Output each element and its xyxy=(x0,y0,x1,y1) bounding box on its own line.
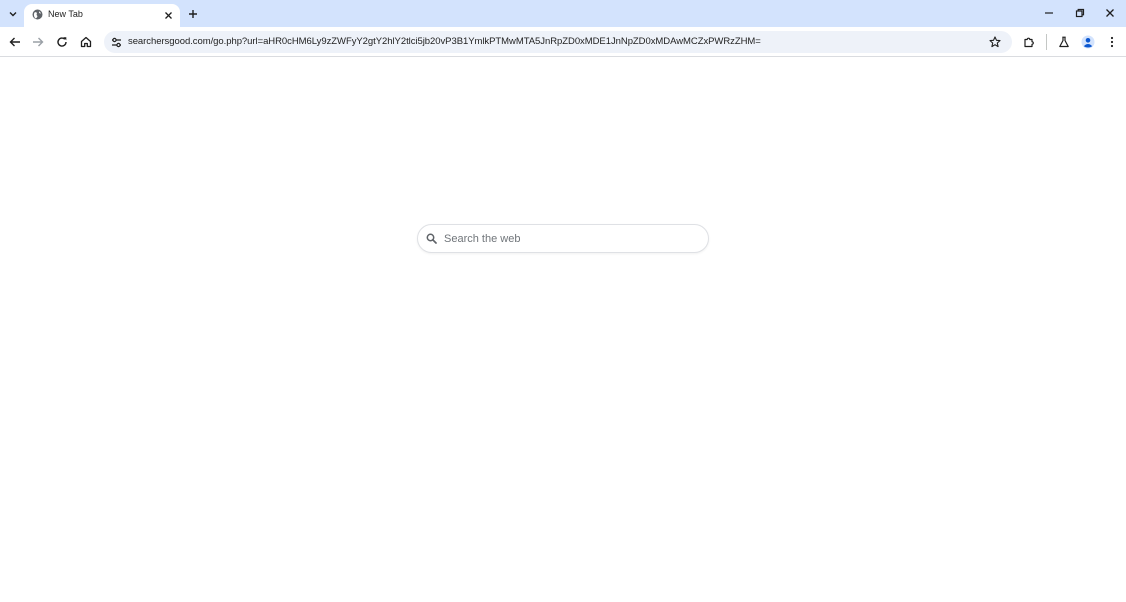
new-tab-plus-icon[interactable] xyxy=(185,6,200,21)
menu-kebab-menu-icon[interactable] xyxy=(1103,33,1121,51)
profile-person-icon[interactable] xyxy=(1079,33,1097,51)
close-window-close-icon[interactable] xyxy=(1101,5,1119,21)
site-info-tune-icon[interactable] xyxy=(109,35,123,49)
globe-icon xyxy=(32,9,43,20)
web-search-box[interactable] xyxy=(417,224,709,253)
tab-search-chevron-down-icon[interactable] xyxy=(4,5,22,23)
extensions-puzzle-icon[interactable] xyxy=(1020,33,1038,51)
tab-strip: New Tab xyxy=(0,0,1126,27)
toolbar-divider xyxy=(1046,34,1047,50)
tab-title: New Tab xyxy=(48,9,83,19)
bookmark-star-icon[interactable] xyxy=(987,34,1003,50)
restore-icon[interactable] xyxy=(1071,5,1089,21)
url-text[interactable]: searchersgood.com/go.php?url=aHR0cHM6Ly9… xyxy=(128,36,761,47)
search-icon xyxy=(426,233,437,244)
labs-flask-icon[interactable] xyxy=(1055,33,1073,51)
minimize-icon[interactable] xyxy=(1040,5,1058,21)
back-arrow-left-icon[interactable] xyxy=(6,33,24,51)
search-input[interactable] xyxy=(444,227,700,250)
reload-icon[interactable] xyxy=(53,33,71,51)
forward-arrow-right-icon[interactable] xyxy=(29,33,47,51)
home-icon[interactable] xyxy=(77,33,95,51)
close-tab-close-icon[interactable] xyxy=(162,9,175,22)
address-bar[interactable]: searchersgood.com/go.php?url=aHR0cHM6Ly9… xyxy=(104,31,1012,53)
tab-new-tab[interactable]: New Tab xyxy=(24,4,180,27)
